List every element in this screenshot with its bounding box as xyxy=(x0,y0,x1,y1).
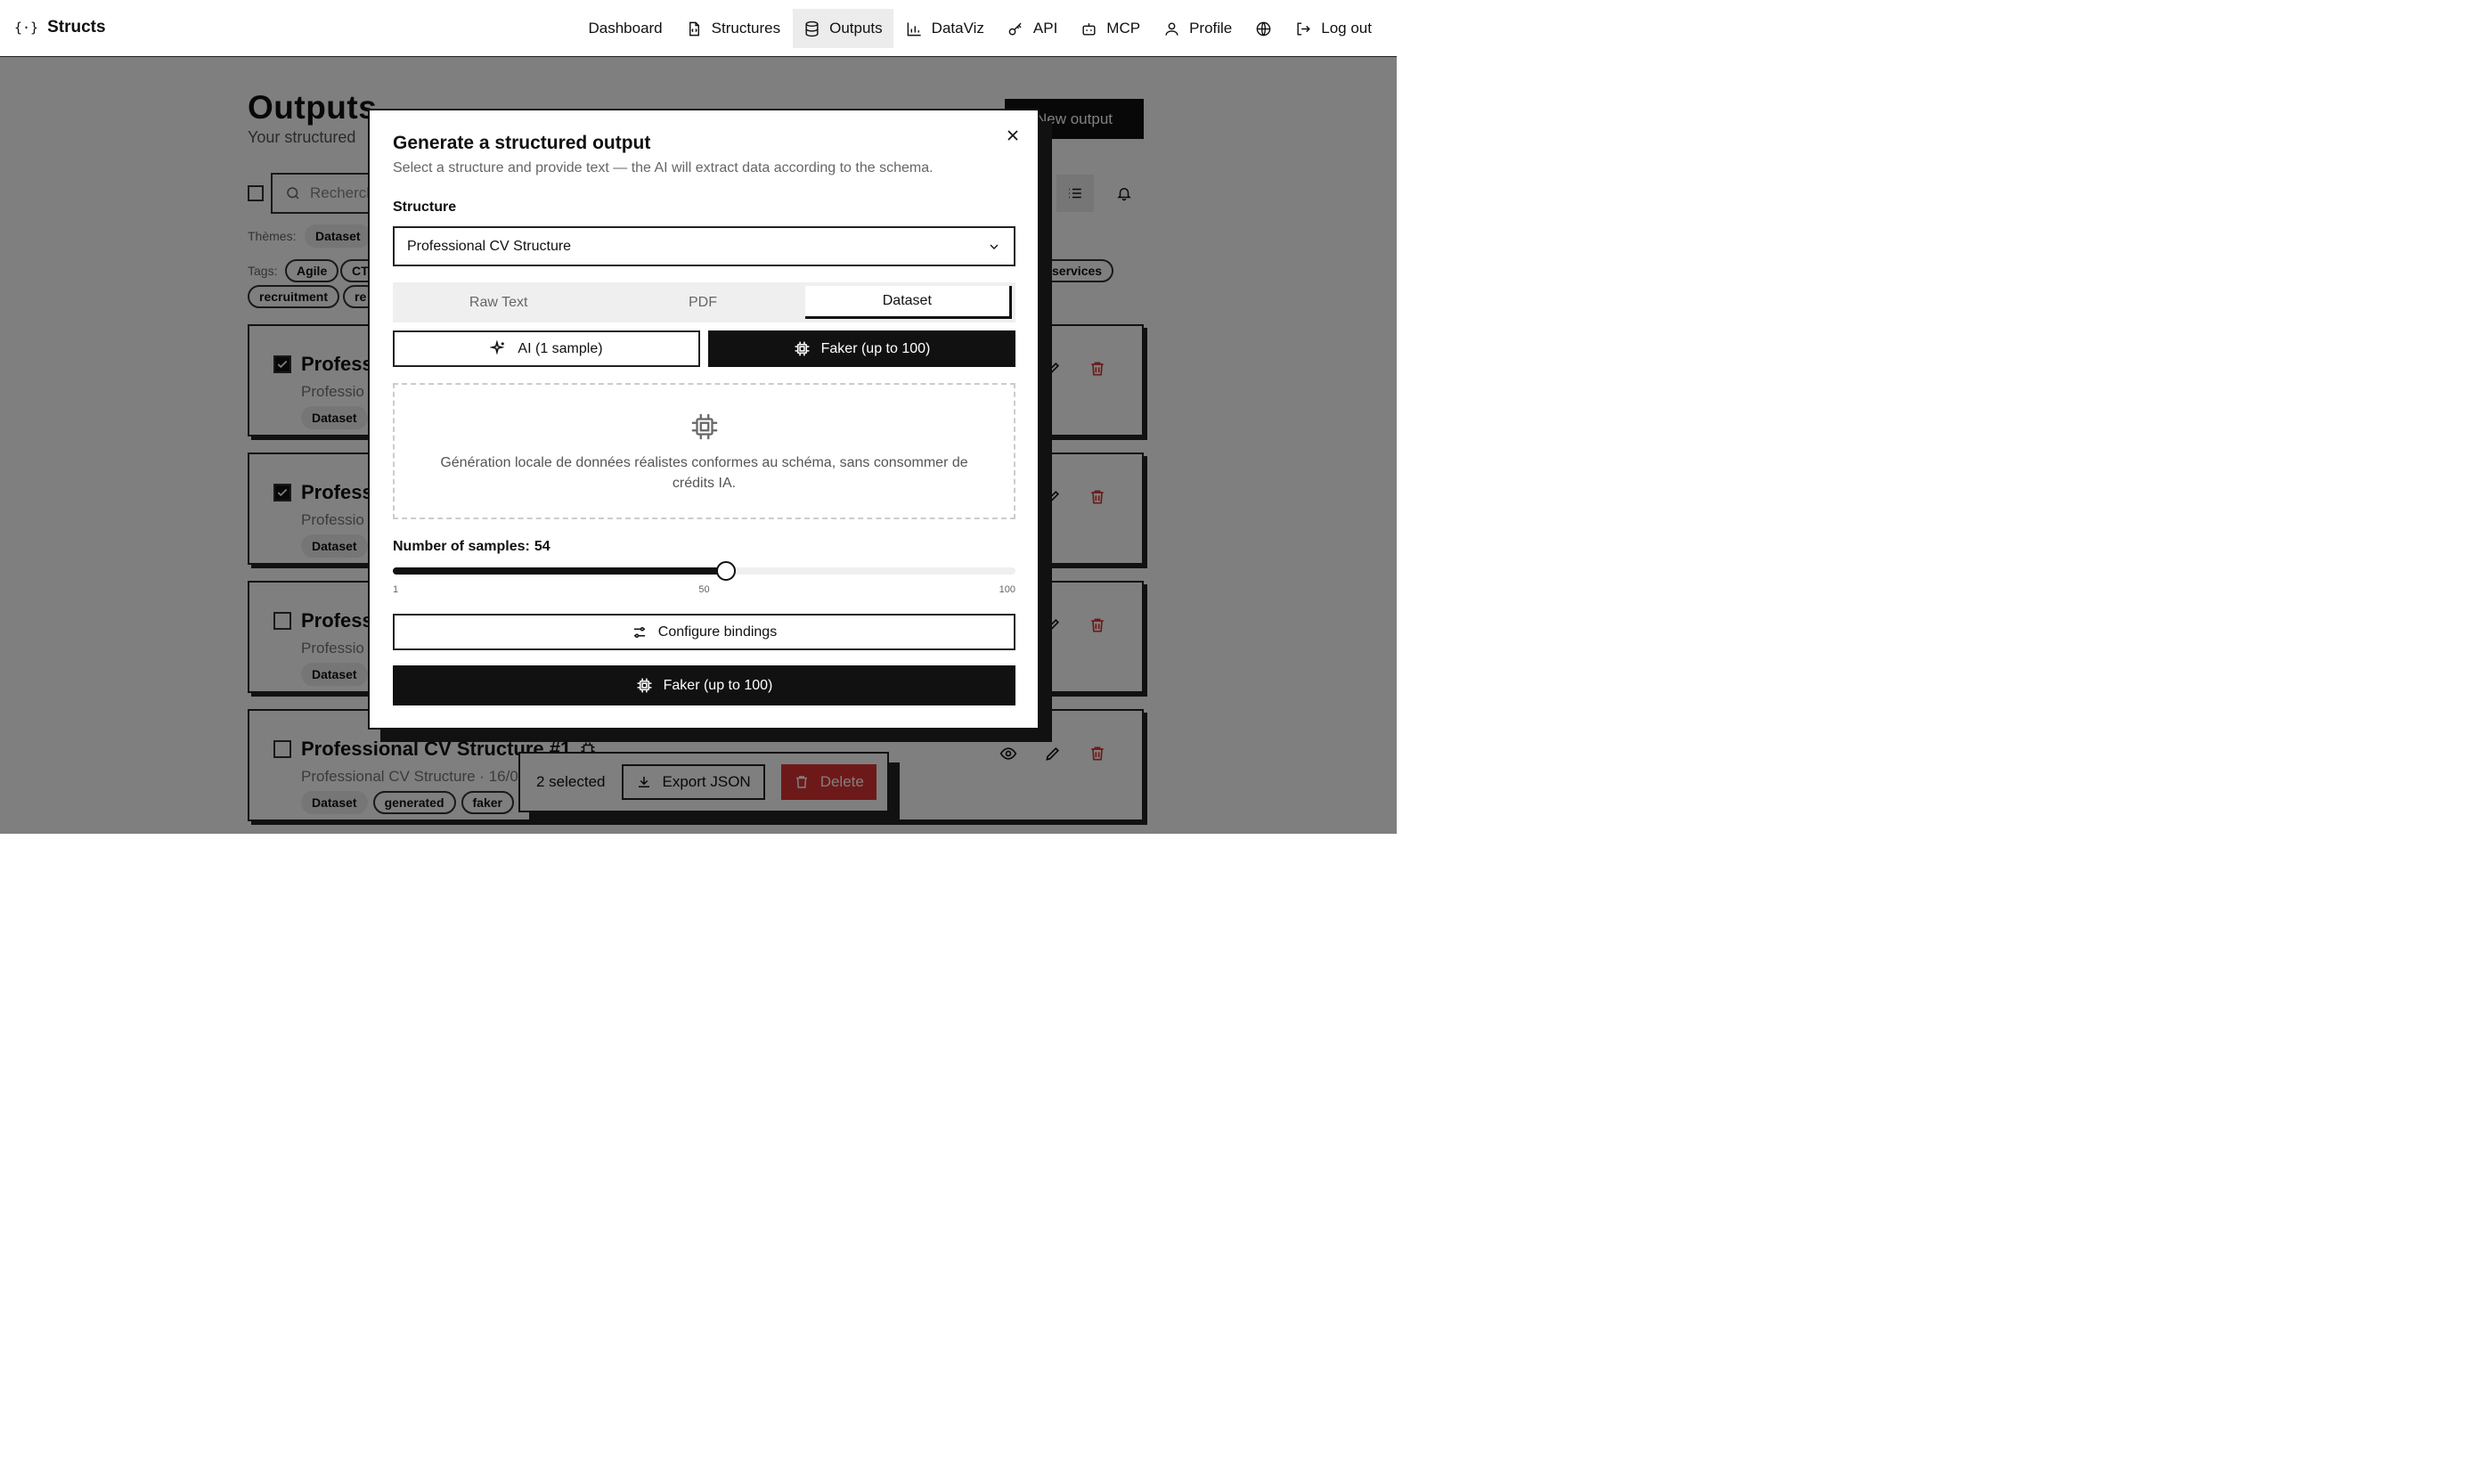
brand[interactable]: {·} Structs xyxy=(14,18,106,37)
nav-api-label: API xyxy=(1032,20,1058,37)
chip-icon xyxy=(795,341,810,356)
bot-icon xyxy=(1082,22,1096,36)
slider-tick-min: 1 xyxy=(393,584,399,595)
brand-logo-icon: {·} xyxy=(14,20,39,36)
nav-structures-label: Structures xyxy=(711,20,781,37)
faker-info-panel: Génération locale de données réalistes c… xyxy=(393,383,1015,519)
bar-chart-icon xyxy=(907,21,921,36)
sparkles-icon xyxy=(490,340,505,355)
ai-mode-button[interactable]: AI (1 sample) xyxy=(393,330,700,367)
tab-raw-text[interactable]: Raw Text xyxy=(396,286,600,319)
slider-thumb[interactable] xyxy=(716,561,737,581)
nav-api[interactable]: API xyxy=(997,9,1068,48)
sliders-icon xyxy=(633,626,645,638)
logout-icon xyxy=(1297,21,1311,36)
tab-dataset[interactable]: Dataset xyxy=(804,286,1012,319)
dialog-title: Generate a structured output xyxy=(393,133,651,153)
samples-slider[interactable] xyxy=(393,561,1015,581)
nav-logout[interactable]: Log out xyxy=(1284,9,1382,48)
structure-select-value: Professional CV Structure xyxy=(407,238,572,254)
file-icon xyxy=(689,21,699,36)
brand-name: Structs xyxy=(47,18,106,37)
configure-bindings-button[interactable]: Configure bindings xyxy=(393,614,1015,650)
nav-logout-label: Log out xyxy=(1321,20,1372,37)
nav-dashboard-label: Dashboard xyxy=(588,20,663,37)
nav-dashboard[interactable]: Dashboard xyxy=(577,9,673,48)
close-icon[interactable] xyxy=(1004,126,1022,144)
generate-faker-button[interactable]: Faker (up to 100) xyxy=(393,665,1015,705)
nav-links: Dashboard Structures Outputs DataViz API… xyxy=(577,9,1382,48)
nav-profile[interactable]: Profile xyxy=(1153,9,1243,48)
nav-outputs[interactable]: Outputs xyxy=(793,9,893,48)
samples-label: Number of samples: 54 xyxy=(393,539,550,555)
nav-language[interactable] xyxy=(1244,9,1283,48)
nav-structures[interactable]: Structures xyxy=(675,9,791,48)
nav-dataviz-label: DataViz xyxy=(931,20,984,37)
nav-dataviz[interactable]: DataViz xyxy=(895,9,995,48)
slider-tick-max: 100 xyxy=(999,584,1015,595)
tab-pdf[interactable]: PDF xyxy=(600,286,804,319)
faker-info-text: Génération locale de données réalistes c… xyxy=(440,455,968,491)
chip-icon xyxy=(637,678,652,693)
globe-icon xyxy=(1256,21,1271,36)
structure-label: Structure xyxy=(393,200,457,215)
nav-mcp[interactable]: MCP xyxy=(1070,9,1151,48)
slider-fill xyxy=(393,567,727,575)
slider-ticks: 1 50 100 xyxy=(393,584,1015,599)
faker-mode-button[interactable]: Faker (up to 100) xyxy=(708,330,1015,367)
generate-output-dialog: Generate a structured output Select a st… xyxy=(368,109,1040,730)
slider-tick-mid: 50 xyxy=(698,584,710,595)
ai-mode-label: AI (1 sample) xyxy=(518,340,603,356)
nav-profile-label: Profile xyxy=(1189,20,1233,37)
database-icon xyxy=(805,20,819,37)
top-nav: {·} Structs Dashboard Structures Outputs… xyxy=(0,0,1397,57)
samples-label-text: Number of samples: xyxy=(393,539,530,554)
dialog-description: Select a structure and provide text — th… xyxy=(393,160,934,175)
key-icon xyxy=(1008,22,1022,36)
chip-icon xyxy=(691,413,717,440)
faker-mode-label: Faker (up to 100) xyxy=(820,340,931,356)
chevron-down-icon xyxy=(990,244,999,249)
generation-mode-toggle: AI (1 sample) Faker (up to 100) xyxy=(393,330,1015,367)
samples-value: 54 xyxy=(534,539,550,554)
nav-outputs-label: Outputs xyxy=(829,20,883,37)
user-icon xyxy=(1165,21,1178,36)
input-type-tabs: Raw Text PDF Dataset xyxy=(393,282,1015,322)
nav-mcp-label: MCP xyxy=(1106,20,1141,37)
configure-bindings-label: Configure bindings xyxy=(657,624,778,640)
structure-select[interactable]: Professional CV Structure xyxy=(393,226,1015,266)
generate-faker-label: Faker (up to 100) xyxy=(663,677,773,693)
